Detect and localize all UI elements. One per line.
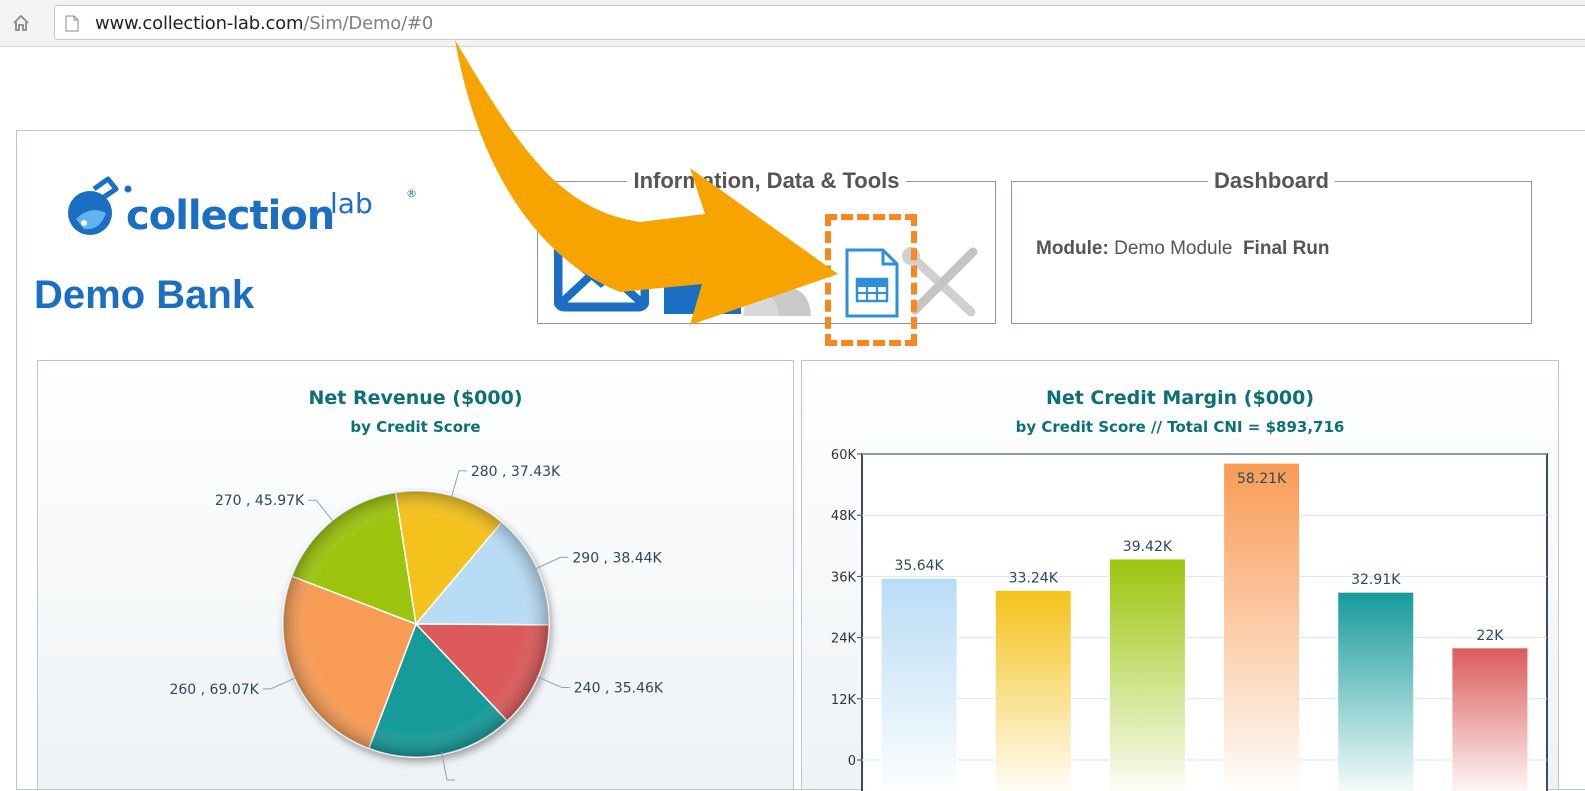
pie-leader-line — [534, 556, 569, 570]
net-revenue-chart-panel: Net Revenue ($000) by Credit Score 290 ,… — [37, 360, 794, 790]
mail-icon[interactable] — [554, 238, 649, 313]
bar-y-tick-label: 24K — [831, 632, 857, 647]
bar-plot-area — [861, 453, 1548, 791]
svg-text:lab: lab — [330, 187, 373, 220]
bar-y-tick-label: 12K — [831, 693, 857, 708]
report-icon-highlight — [825, 214, 917, 346]
url-host: www.collection-lab.com — [95, 13, 304, 34]
people-icon[interactable] — [743, 254, 813, 316]
url-input[interactable]: www.collection-lab.com/Sim/Demo/#0 — [54, 5, 1585, 40]
bar-data-label: 58.21K — [1237, 471, 1287, 487]
pie-data-label: 270 , 45.97K — [215, 493, 305, 509]
bar-data-label: 32.91K — [1351, 572, 1401, 588]
bar-6[interactable] — [1451, 647, 1529, 791]
pie-leader-line — [262, 676, 297, 690]
run-label: Final Run — [1242, 238, 1330, 259]
logo-text: collection — [126, 193, 334, 239]
pie-data-label: 290 , 38.44K — [572, 550, 662, 566]
bar-1[interactable] — [880, 577, 958, 791]
url-text: www.collection-lab.com/Sim/Demo/#0 — [95, 13, 433, 34]
module-label: Module: — [1036, 238, 1109, 259]
pie-leader-line — [441, 752, 456, 781]
home-icon[interactable] — [12, 14, 30, 32]
pie-leader-line — [308, 499, 335, 523]
bar-y-tick-label: 60K — [831, 448, 857, 463]
pie-data-label: 260 , 69.07K — [169, 682, 259, 698]
bar-5[interactable] — [1337, 591, 1415, 791]
bar-data-label: 22K — [1476, 628, 1504, 644]
net-revenue-pie-chart: 290 , 38.44K 240 , 35.46K 260 , 69.07K 270 … — [169, 464, 664, 781]
bar-y-tick-label: 0 — [848, 754, 856, 769]
bar-4[interactable] — [1223, 462, 1301, 791]
book-icon[interactable] — [660, 254, 745, 314]
net-credit-margin-chart-panel: Net Credit Margin ($000) by Credit Score… — [801, 360, 1559, 791]
tools-panel-title: Information, Data & Tools — [633, 168, 900, 193]
module-value: Demo Module — [1114, 238, 1233, 259]
dashboard-module-line: Module: Demo Module Final Run — [1036, 238, 1330, 260]
bank-name: Demo Bank — [34, 273, 255, 317]
url-path: /Sim/Demo/#0 — [303, 13, 434, 34]
tools-panel: Information, Data & Tools — [537, 168, 996, 346]
dashboard-title: Dashboard — [1214, 168, 1329, 193]
bar-2[interactable] — [994, 589, 1072, 791]
pie-leader-line — [535, 675, 570, 689]
bar-y-tick-label: 48K — [831, 509, 857, 524]
net-credit-margin-bar-chart: 35.64K 33.24K 39.42K 58.21K 32.91K 22K 60K 48K… — [831, 448, 1548, 791]
bar-3[interactable] — [1108, 558, 1186, 791]
address-bar: www.collection-lab.com/Sim/Demo/#0 — [0, 0, 1585, 47]
collectionlab-logo: collection lab ® — [68, 176, 417, 239]
pie-leader-line — [450, 470, 467, 498]
pie-data-label: 280 , 37.43K — [471, 464, 561, 480]
page-icon — [65, 15, 79, 32]
svg-text:®: ® — [406, 187, 417, 200]
pie-data-label: 240 , 35.46K — [574, 681, 664, 697]
dashboard-panel: Dashboard Module: Demo Module Final Run — [1011, 168, 1532, 324]
bar-data-label: 35.64K — [894, 558, 944, 574]
bar-y-tick-label: 36K — [831, 570, 857, 585]
bar-data-label: 33.24K — [1009, 570, 1059, 586]
bar-data-label: 39.42K — [1123, 539, 1173, 555]
